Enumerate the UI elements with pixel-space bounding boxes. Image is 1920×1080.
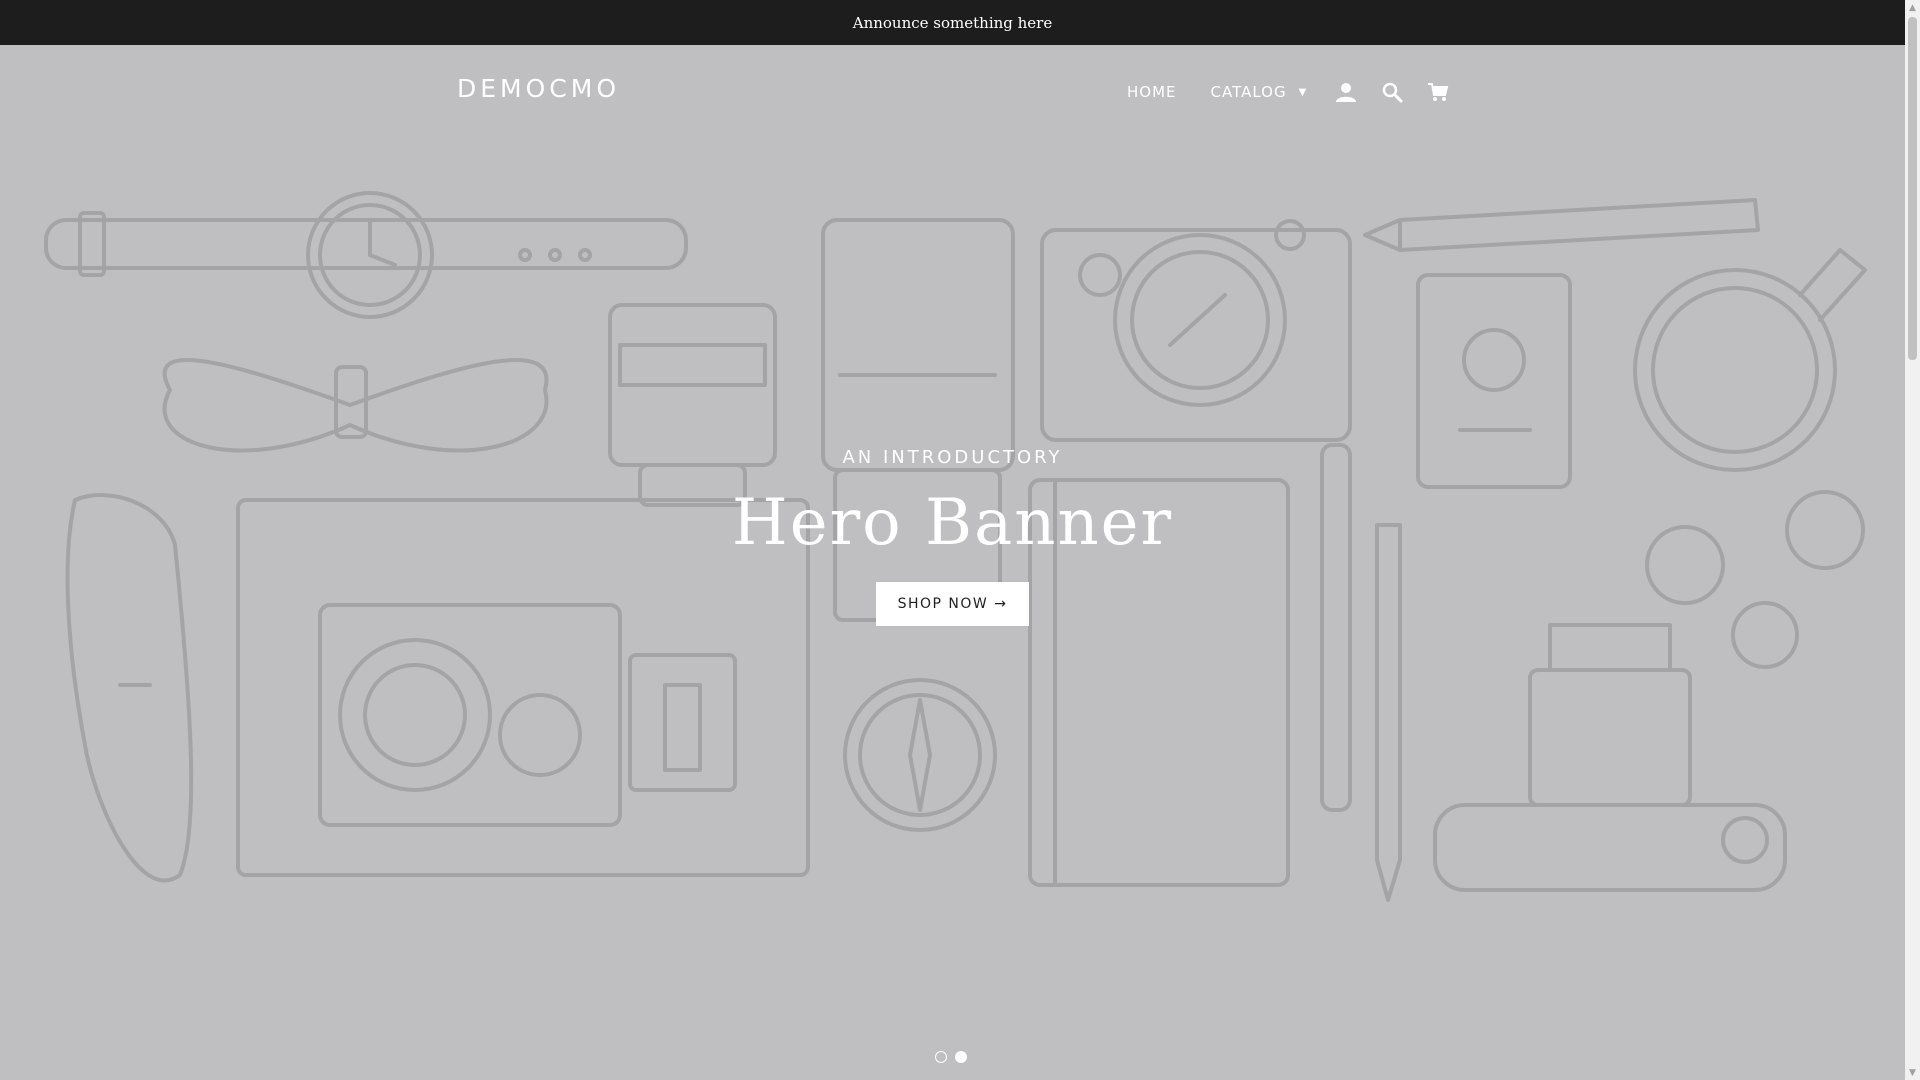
scrollbar-thumb[interactable]: [1908, 17, 1917, 360]
hero-content: AN INTRODUCTORY Hero Banner SHOP NOW →: [0, 447, 1905, 626]
search-icon[interactable]: [1381, 81, 1403, 103]
hero-eyebrow: AN INTRODUCTORY: [842, 447, 1063, 468]
chevron-down-icon: ▼: [1298, 86, 1308, 98]
pencil-drawing: [1363, 198, 1760, 252]
site-header: DEMOCMO HOME CATALOG ▼: [0, 45, 1905, 135]
scroll-up-arrow-icon[interactable]: ▲: [1905, 0, 1920, 15]
announcement-bar: Announce something here: [0, 0, 1905, 45]
compass-drawing: [843, 678, 997, 832]
announcement-text: Announce something here: [852, 13, 1053, 32]
scroll-down-arrow-icon[interactable]: ▼: [1905, 1065, 1920, 1080]
slide-dot-1[interactable]: [935, 1051, 947, 1063]
bowtie-drawing: [162, 358, 549, 453]
account-icon[interactable]: [1335, 81, 1357, 103]
slideshow-pagination: [935, 1051, 975, 1063]
hero-title: Hero Banner: [731, 486, 1174, 560]
shop-now-button[interactable]: SHOP NOW →: [875, 582, 1030, 626]
vertical-scrollbar[interactable]: ▲ ▼: [1905, 0, 1920, 1080]
site-logo[interactable]: DEMOCMO: [457, 74, 620, 103]
watch-drawing: [44, 191, 688, 319]
nav-home-link[interactable]: HOME: [1127, 83, 1177, 101]
rangefinder-drawing: [1433, 623, 1787, 892]
coffee-drawing: [1633, 248, 1867, 472]
nav-catalog-dropdown[interactable]: CATALOG ▼: [1211, 83, 1308, 101]
cart-icon[interactable]: [1427, 81, 1449, 103]
slide-dot-2-active[interactable]: [955, 1051, 967, 1063]
main-navigation: HOME CATALOG ▼: [1127, 81, 1473, 103]
nav-catalog-label: CATALOG: [1210, 83, 1287, 101]
camera-drawing: [1040, 219, 1352, 442]
